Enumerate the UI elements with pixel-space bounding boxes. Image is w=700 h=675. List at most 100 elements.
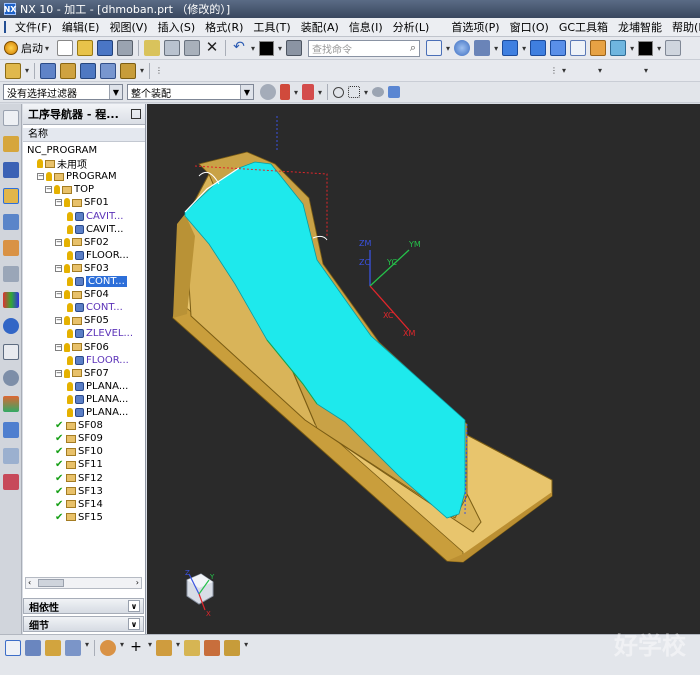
menu-tools[interactable]: 工具(T): [248, 19, 295, 35]
chevron-down-icon[interactable]: ▾: [85, 640, 89, 649]
scroll-right-icon[interactable]: ›: [136, 578, 139, 587]
toolpath-display-icon[interactable]: [156, 640, 173, 656]
color-swatch[interactable]: [259, 40, 275, 56]
cut-icon[interactable]: [144, 40, 161, 56]
shop-doc-icon[interactable]: [224, 640, 241, 656]
create-tool-icon[interactable]: [40, 62, 57, 79]
verify-icon[interactable]: [184, 640, 201, 656]
chevron-down-icon[interactable]: ▾: [598, 66, 602, 75]
chevron-down-icon[interactable]: ▾: [657, 44, 661, 53]
part-navigator-icon[interactable]: [3, 214, 19, 230]
tree-row[interactable]: − SF06: [55, 341, 109, 354]
tree-row[interactable]: NC_PROGRAM: [27, 144, 97, 157]
chevron-down-icon[interactable]: ▾: [176, 640, 180, 649]
copy-icon[interactable]: [164, 40, 181, 56]
rectangle-select-icon[interactable]: [348, 86, 361, 98]
zoom-icon[interactable]: [454, 40, 471, 56]
collapse-toggle-icon[interactable]: −: [37, 173, 44, 181]
menu-info[interactable]: 信息(I): [344, 19, 388, 35]
collapse-toggle-icon[interactable]: −: [55, 238, 62, 246]
new-file-icon[interactable]: [57, 40, 74, 56]
fit-view-icon[interactable]: [426, 40, 443, 56]
roles-icon[interactable]: [3, 474, 19, 490]
create-geometry-icon[interactable]: [60, 62, 77, 79]
collapse-toggle-icon[interactable]: −: [45, 186, 52, 194]
delete-icon[interactable]: ✕: [204, 40, 220, 56]
crosshair-icon[interactable]: +: [128, 640, 144, 656]
chevron-down-icon[interactable]: ▾: [140, 66, 144, 75]
start-button[interactable]: 启动 ▾: [4, 40, 51, 56]
menu-assembly[interactable]: 装配(A): [296, 19, 344, 35]
menu-longpu[interactable]: 龙埔智能: [613, 19, 667, 35]
undo-icon[interactable]: ↶: [231, 40, 247, 56]
collapse-toggle-icon[interactable]: −: [55, 199, 62, 207]
menu-file[interactable]: 文件(F): [10, 19, 57, 35]
analysis-icon[interactable]: [3, 292, 19, 308]
chevron-down-icon[interactable]: ▾: [318, 88, 322, 97]
tree-row[interactable]: ✔ SF10: [55, 445, 103, 458]
assembly-navigator-icon[interactable]: [3, 136, 19, 152]
chevron-down-icon[interactable]: ▾: [446, 44, 450, 53]
hd3d-tools-icon[interactable]: [3, 266, 19, 282]
reuse-library-icon[interactable]: [3, 240, 19, 256]
chevron-down-icon[interactable]: ▾: [494, 44, 498, 53]
shaded-cube-icon[interactable]: [530, 40, 547, 56]
settings-gear-icon[interactable]: [3, 110, 19, 126]
collapse-toggle-icon[interactable]: −: [55, 264, 62, 272]
menu-edit[interactable]: 编辑(E): [57, 19, 105, 35]
process-icon[interactable]: [3, 448, 19, 464]
tree-row[interactable]: PLANA...: [67, 380, 128, 393]
machine-tool-view-icon[interactable]: [25, 640, 41, 656]
scroll-thumb[interactable]: [38, 579, 64, 587]
menu-format[interactable]: 格式(R): [200, 19, 248, 35]
tree-row[interactable]: ✔ SF13: [55, 485, 103, 498]
background-color-swatch[interactable]: [638, 40, 654, 56]
constraint-navigator-icon[interactable]: [3, 162, 19, 178]
wireframe-icon[interactable]: [570, 40, 587, 56]
tree-row[interactable]: − SF04: [55, 288, 109, 301]
menu-view[interactable]: 视图(V): [104, 19, 152, 35]
orient-view-icon[interactable]: [502, 40, 519, 56]
chevron-down-icon[interactable]: ▾: [148, 640, 152, 649]
menu-window[interactable]: 窗口(O): [505, 19, 554, 35]
chevron-down-icon[interactable]: ▾: [364, 88, 368, 97]
history-icon[interactable]: [3, 344, 19, 360]
horizontal-scrollbar[interactable]: ‹ ›: [25, 577, 142, 589]
point-snap-icon[interactable]: [302, 84, 315, 100]
tree-row[interactable]: ✔ SF11: [55, 458, 103, 471]
show-hide-icon[interactable]: [372, 87, 385, 97]
create-program-icon[interactable]: [5, 62, 21, 79]
menu-preferences[interactable]: 首选项(P): [446, 19, 504, 35]
collapse-toggle-icon[interactable]: −: [55, 317, 62, 325]
chevron-down-icon[interactable]: ▾: [522, 44, 526, 53]
tree-row[interactable]: − SF07: [55, 367, 109, 380]
tree-row[interactable]: ✔ SF15: [55, 511, 103, 524]
chevron-down-icon[interactable]: ▾: [630, 44, 634, 53]
type-filter-select[interactable]: 没有选择过滤器 ▼: [3, 84, 123, 100]
tree-row[interactable]: − SF05: [55, 314, 109, 327]
menu-insert[interactable]: 插入(S): [153, 19, 201, 35]
studio-icon[interactable]: [590, 40, 607, 56]
shaded-edges-icon[interactable]: [550, 40, 567, 56]
tree-row[interactable]: PLANA...: [67, 393, 128, 406]
chevron-down-icon[interactable]: ▾: [294, 88, 298, 97]
command-search-input[interactable]: 查找命令 ⌕: [308, 39, 421, 57]
generate-toolpath-icon[interactable]: [120, 62, 137, 79]
save-icon[interactable]: [97, 40, 114, 56]
section-icon[interactable]: [610, 40, 627, 56]
clock-icon[interactable]: [3, 370, 19, 386]
open-folder-icon[interactable]: [77, 40, 94, 56]
tree-row[interactable]: PLANA...: [67, 406, 128, 419]
tree-row[interactable]: FLOOR...: [67, 354, 129, 367]
menu-analysis[interactable]: 分析(L): [388, 19, 435, 35]
collapse-toggle-icon[interactable]: −: [55, 343, 62, 351]
collapse-toggle-icon[interactable]: −: [55, 291, 62, 299]
cube-icon[interactable]: [388, 86, 401, 98]
postprocess-icon[interactable]: [204, 640, 221, 656]
snap-icon[interactable]: [280, 84, 290, 100]
tree-row[interactable]: ✔ SF09: [55, 432, 103, 445]
collapse-toggle-icon[interactable]: −: [55, 369, 62, 377]
print-icon[interactable]: [117, 40, 134, 56]
tree-row[interactable]: − TOP: [45, 183, 94, 196]
tree-row[interactable]: ✔ SF08: [55, 419, 103, 432]
